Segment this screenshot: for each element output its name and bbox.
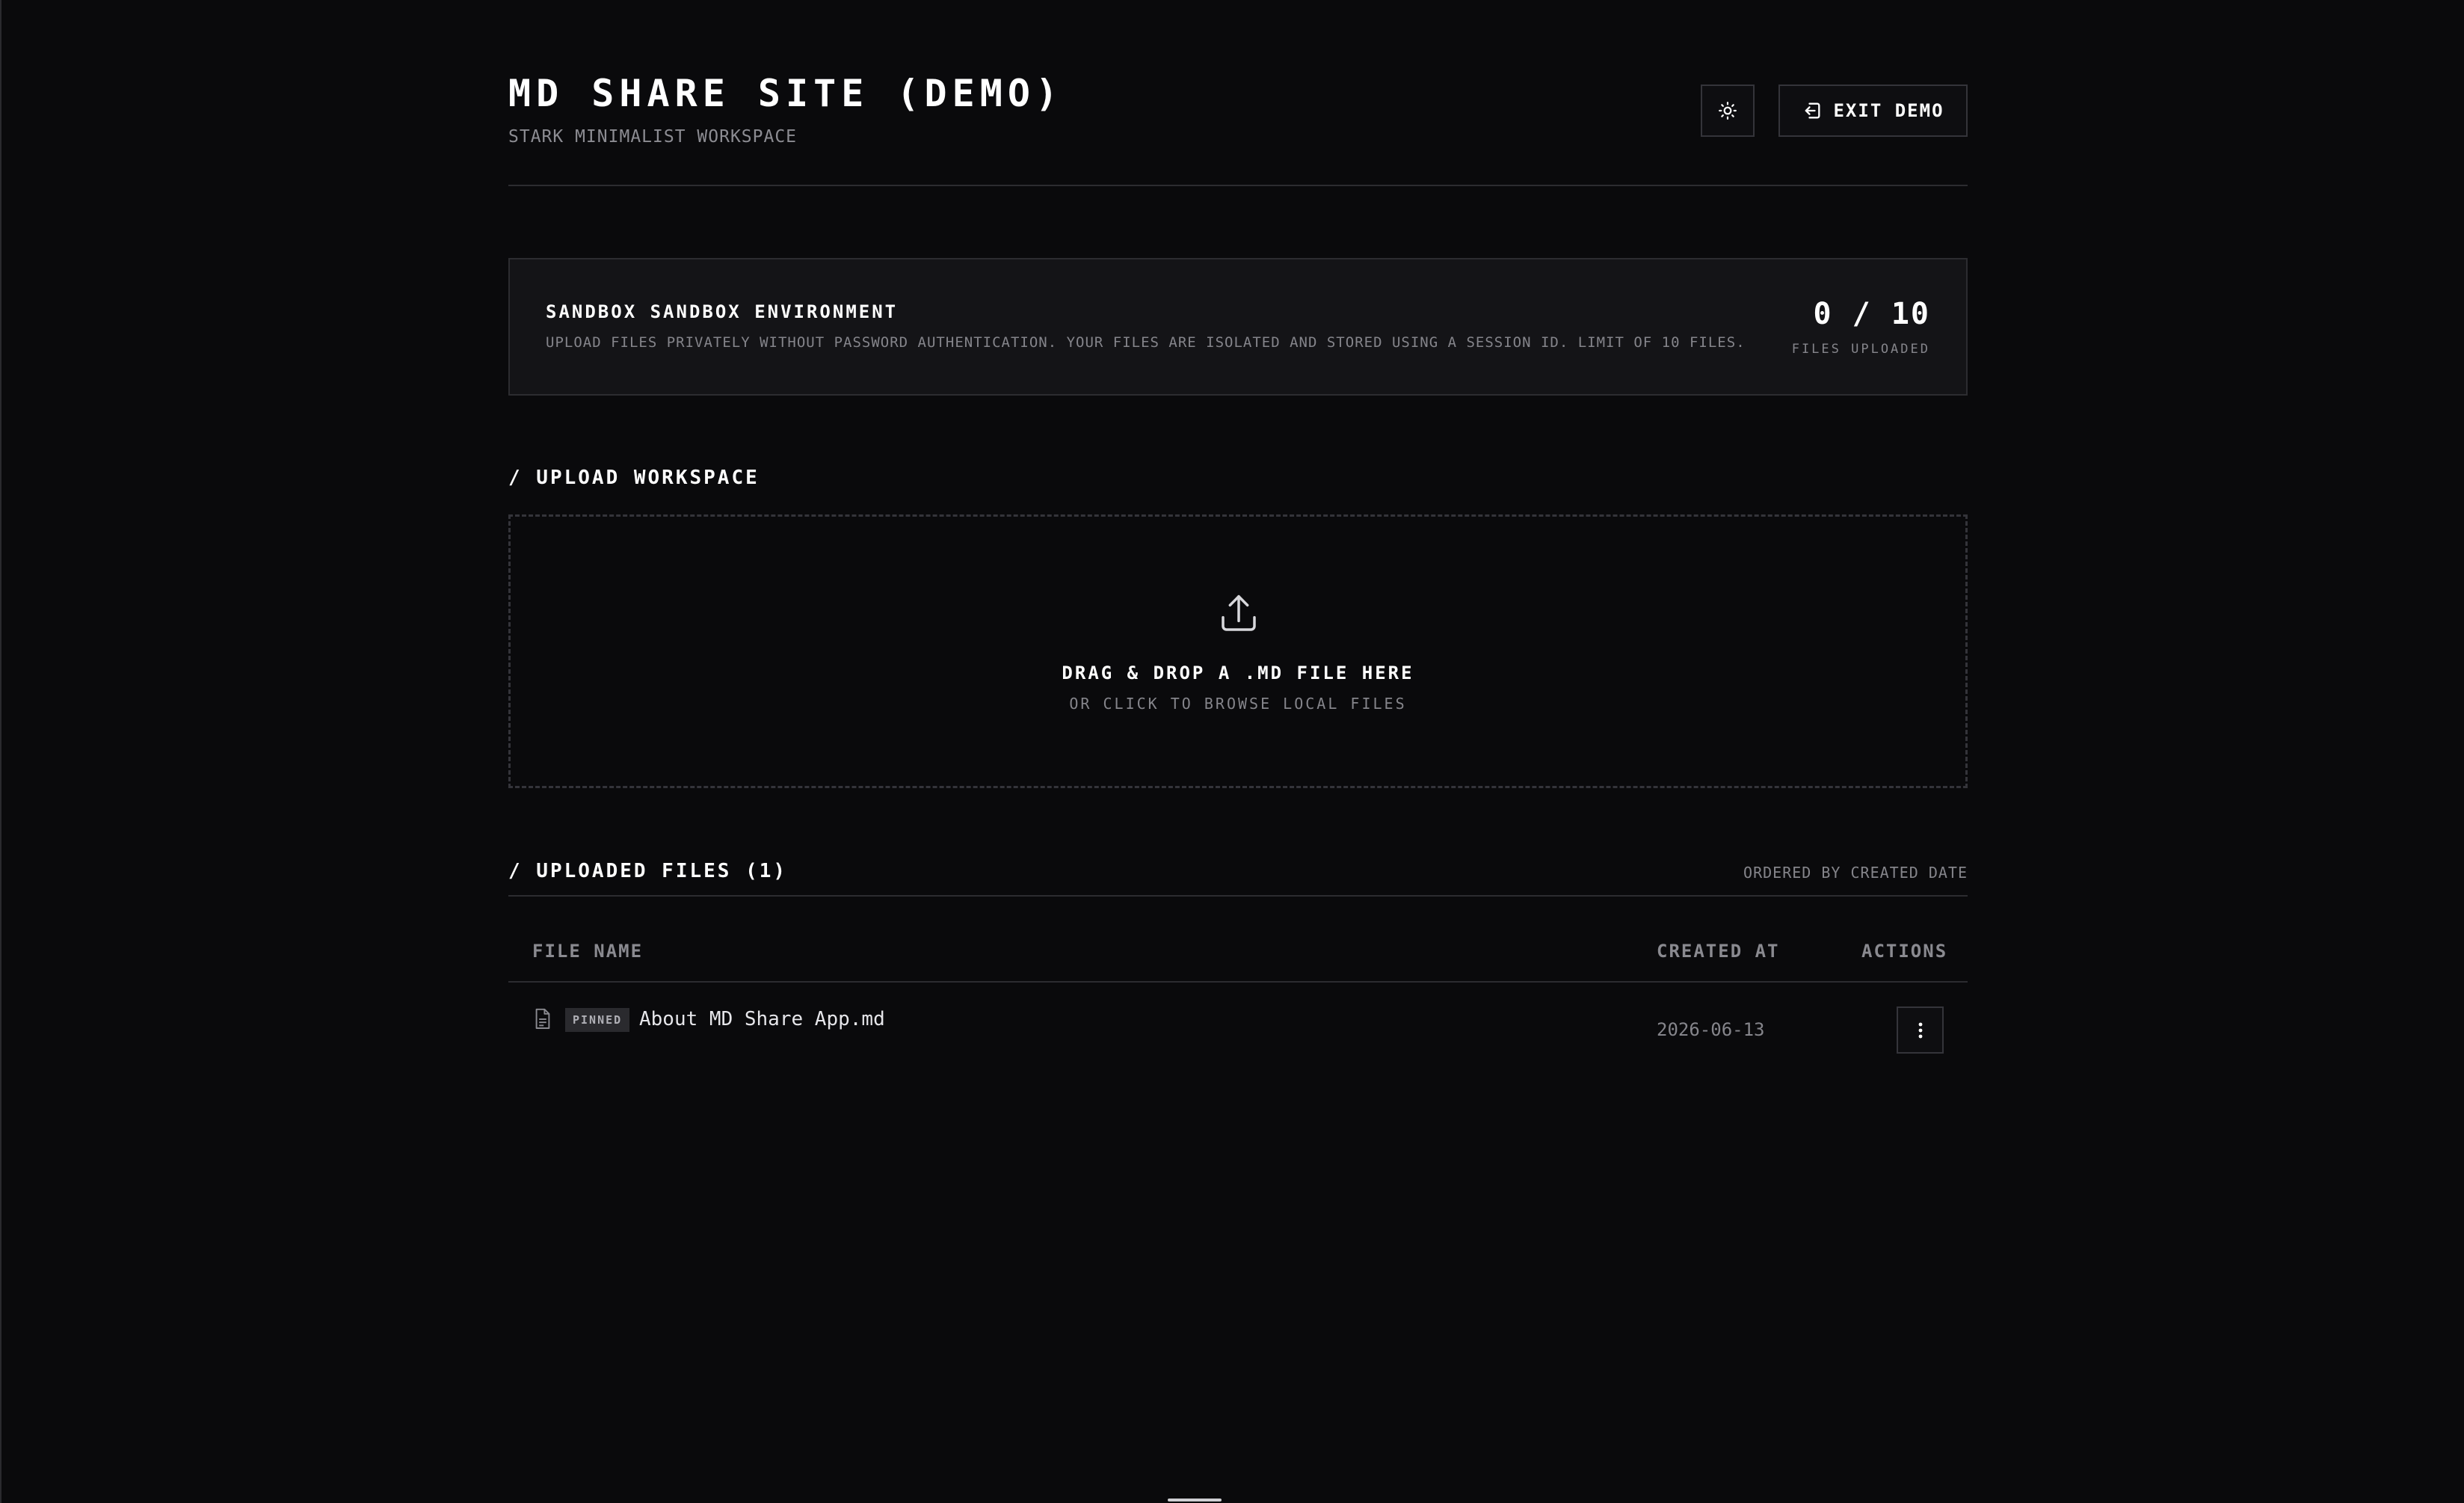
page-title: MD SHARE SITE (DEMO)	[508, 72, 1064, 115]
file-name-link[interactable]: About MD Share App.md	[639, 1008, 885, 1030]
upload-dropzone[interactable]: DRAG & DROP A .MD FILE HERE OR CLICK TO …	[508, 514, 1968, 788]
file-actions-button[interactable]	[1897, 1006, 1944, 1054]
order-note: ORDERED BY CREATED DATE	[1743, 864, 1968, 882]
upload-icon	[1222, 594, 1256, 631]
pinned-badge: PINNED	[565, 1008, 630, 1032]
sun-icon	[1719, 102, 1737, 120]
theme-toggle-button[interactable]	[1701, 84, 1755, 137]
column-header-actions: ACTIONS	[1861, 941, 1948, 962]
table-row: PINNED About MD Share App.md 2026-06-13	[508, 983, 1968, 1078]
column-header-file-name: FILE NAME	[532, 941, 644, 962]
created-at-value: 2026-06-13	[1657, 1019, 1765, 1040]
upload-section-heading: / UPLOAD WORKSPACE	[508, 467, 760, 489]
divider	[508, 895, 1968, 897]
exit-demo-button[interactable]: EXIT DEMO	[1778, 84, 1968, 137]
sandbox-description: UPLOAD FILES PRIVATELY WITHOUT PASSWORD …	[546, 334, 1746, 351]
bottom-scroll-handle	[1168, 1499, 1222, 1502]
sign-out-icon	[1805, 102, 1820, 119]
page-header: MD SHARE SITE (DEMO) STARK MINIMALIST WO…	[508, 0, 1968, 186]
files-section-heading: / UPLOADED FILES (1)	[508, 860, 788, 882]
file-icon	[535, 1008, 550, 1029]
dropzone-title: DRAG & DROP A .MD FILE HERE	[1062, 663, 1414, 683]
sandbox-title: SANDBOX SANDBOX ENVIRONMENT	[546, 301, 899, 322]
dropzone-subtitle: OR CLICK TO BROWSE LOCAL FILES	[1069, 695, 1407, 713]
sandbox-notice: SANDBOX SANDBOX ENVIRONMENT UPLOAD FILES…	[508, 258, 1968, 396]
main-container: MD SHARE SITE (DEMO) STARK MINIMALIST WO…	[508, 0, 1968, 1054]
page-subtitle: STARK MINIMALIST WORKSPACE	[508, 127, 798, 147]
window-edge	[0, 0, 1, 1503]
column-header-created-at: CREATED AT	[1657, 941, 1780, 962]
exit-demo-label: EXIT DEMO	[1833, 100, 1944, 121]
files-counter: 0 / 10	[1813, 297, 1930, 331]
more-vertical-icon	[1918, 1022, 1922, 1038]
files-counter-label: FILES UPLOADED	[1791, 342, 1930, 357]
